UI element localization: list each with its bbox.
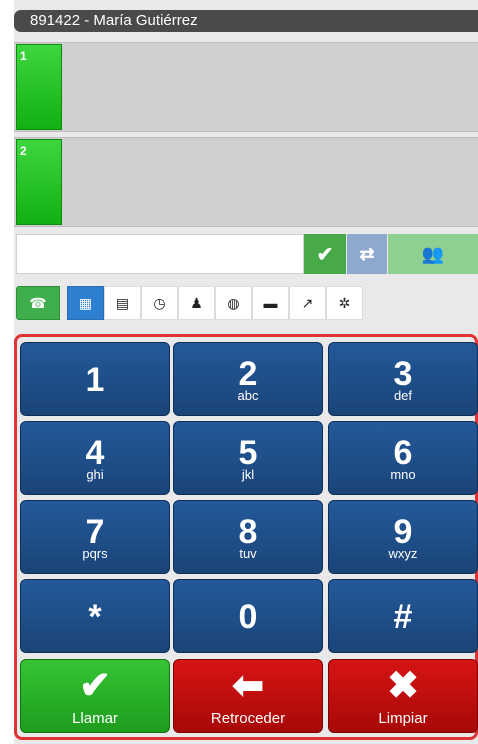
gear-icon: ✲ [338,294,351,311]
settings-tab[interactable]: ✲ [326,286,363,320]
line-number: 1 [20,49,27,63]
check-icon: ✔ [79,665,111,707]
key-digit: 5 [238,434,258,472]
dial-number-input[interactable] [16,234,304,274]
arrow-left-icon: ⬅ [232,665,264,707]
chat-icon: ▬ [263,295,278,311]
key-star[interactable]: * [20,579,170,653]
call-label: Llamar [72,710,118,727]
clock-icon: ◷ [153,294,166,311]
phone-tab[interactable]: ☎ [16,286,60,320]
list-icon: ▤ [115,294,130,311]
key-digit: # [393,598,413,636]
key-0[interactable]: 0 [173,579,323,653]
share-tab[interactable]: ↗ [289,286,326,320]
key-letters: abc [237,388,259,403]
list-tab[interactable]: ▤ [104,286,141,320]
key-5[interactable]: 5 jkl [173,421,323,495]
key-letters: ghi [86,467,104,482]
key-digit: 9 [393,513,413,551]
key-letters: tuv [239,546,257,561]
caller-title: 891422 - María Gutiérrez [14,10,478,32]
key-digit: 6 [393,434,413,472]
key-digit: 8 [238,513,258,551]
key-4[interactable]: 4 ghi [20,421,170,495]
transfer-button[interactable]: ⇄ [347,234,387,274]
history-tab[interactable]: ◷ [141,286,178,320]
key-6[interactable]: 6 mno [328,421,478,495]
key-1[interactable]: 1 [20,342,170,416]
phone-icon: ☎ [29,294,47,311]
backspace-button[interactable]: ⬅ Retroceder [173,659,323,733]
key-letters: pqrs [82,546,108,561]
key-digit: 0 [238,598,258,636]
call-button[interactable]: ✔ Llamar [20,659,170,733]
key-hash[interactable]: # [328,579,478,653]
transfer-icon: ⇄ [359,243,375,264]
web-tab[interactable]: ◍ [215,286,252,320]
key-letters: wxyz [388,546,418,561]
key-3[interactable]: 3 def [328,342,478,416]
conference-button[interactable]: 👥 [388,234,478,274]
group-icon: 👥 [421,243,445,264]
key-digit: 1 [85,361,105,399]
close-icon: ✖ [387,665,419,707]
key-8[interactable]: 8 tuv [173,500,323,574]
globe-icon: ◍ [227,294,240,311]
key-letters: def [393,388,413,403]
backspace-label: Retroceder [210,710,286,727]
call-line-2[interactable]: 2 [14,137,478,227]
keypad-tab[interactable]: ▦ [67,286,104,320]
key-digit: 4 [85,434,105,472]
key-digit: 3 [393,355,413,393]
toolbar: ☎ ▦ ▤ ◷ ♟ ◍ ▬ ↗ ✲ [16,286,363,320]
call-line-1[interactable]: 1 [14,42,478,132]
clear-label: Limpiar [378,710,428,727]
key-letters: jkl [241,467,255,482]
keypad-icon: ▦ [78,294,93,311]
user-icon: ♟ [190,294,203,311]
chat-tab[interactable]: ▬ [252,286,289,320]
contacts-tab[interactable]: ♟ [178,286,215,320]
clear-button[interactable]: ✖ Limpiar [328,659,478,733]
key-2[interactable]: 2 abc [173,342,323,416]
check-icon: ✔ [316,243,334,266]
keypad: 1 2 abc 3 def 4 ghi 5 jkl 6 mno 7 pqrs 8… [14,334,478,740]
key-9[interactable]: 9 wxyz [328,500,478,574]
key-digit: 2 [238,355,258,393]
key-digit: * [88,598,102,636]
key-7[interactable]: 7 pqrs [20,500,170,574]
key-letters: mno [390,467,416,482]
dial-bar: ✔ ⇄ 👥 [16,234,478,274]
key-digit: 7 [85,513,105,551]
share-icon: ↗ [301,294,314,311]
line-number: 2 [20,144,27,158]
confirm-button[interactable]: ✔ [304,234,346,274]
